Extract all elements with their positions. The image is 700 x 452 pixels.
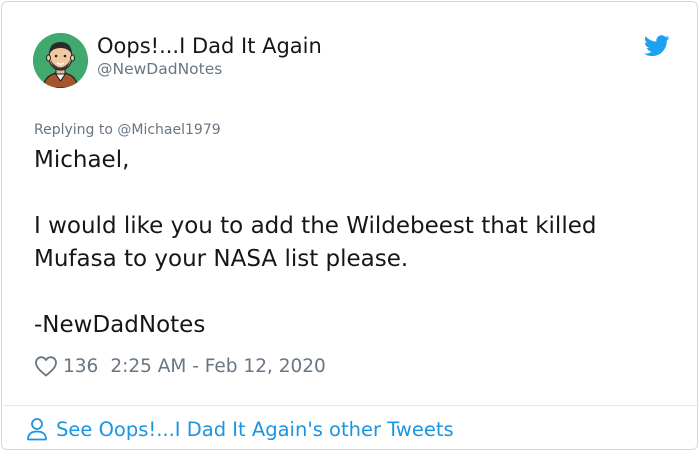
see-other-tweets-label[interactable]: See Oops!...I Dad It Again's other Tweet… bbox=[56, 418, 454, 441]
footer-divider bbox=[3, 405, 699, 406]
author-handle[interactable]: @NewDadNotes bbox=[97, 60, 222, 78]
twitter-bird-icon[interactable] bbox=[644, 35, 670, 57]
tweet-body: Michael, I would like you to add the Wil… bbox=[34, 144, 674, 342]
like-count[interactable]: 136 bbox=[63, 356, 98, 377]
replying-to-label[interactable]: Replying to @Michael1979 bbox=[34, 122, 221, 138]
tweet-body-blank-line bbox=[34, 276, 674, 309]
tweet-body-line: Mufasa to your NASA list please. bbox=[34, 246, 409, 272]
author-display-name[interactable]: Oops!...I Dad It Again bbox=[97, 34, 322, 58]
heart-icon[interactable] bbox=[34, 355, 58, 377]
author-avatar[interactable] bbox=[33, 33, 88, 88]
tweet-timestamp[interactable]: 2:25 AM - Feb 12, 2020 bbox=[110, 356, 326, 377]
tweet-meta: 136 2:25 AM - Feb 12, 2020 bbox=[34, 352, 326, 380]
tweet-body-line: -NewDadNotes bbox=[34, 312, 206, 338]
tweet-body-line: Michael, bbox=[34, 147, 130, 173]
cartoon-man-avatar-icon bbox=[33, 33, 88, 88]
person-icon bbox=[27, 418, 47, 441]
tweet-body-line: I would like you to add the Wildebeest t… bbox=[34, 213, 597, 239]
see-other-tweets-link[interactable]: See Oops!...I Dad It Again's other Tweet… bbox=[26, 414, 454, 444]
tweet-body-blank-line bbox=[34, 177, 674, 210]
tweet-card: Oops!...I Dad It Again @NewDadNotes Repl… bbox=[1, 1, 699, 450]
